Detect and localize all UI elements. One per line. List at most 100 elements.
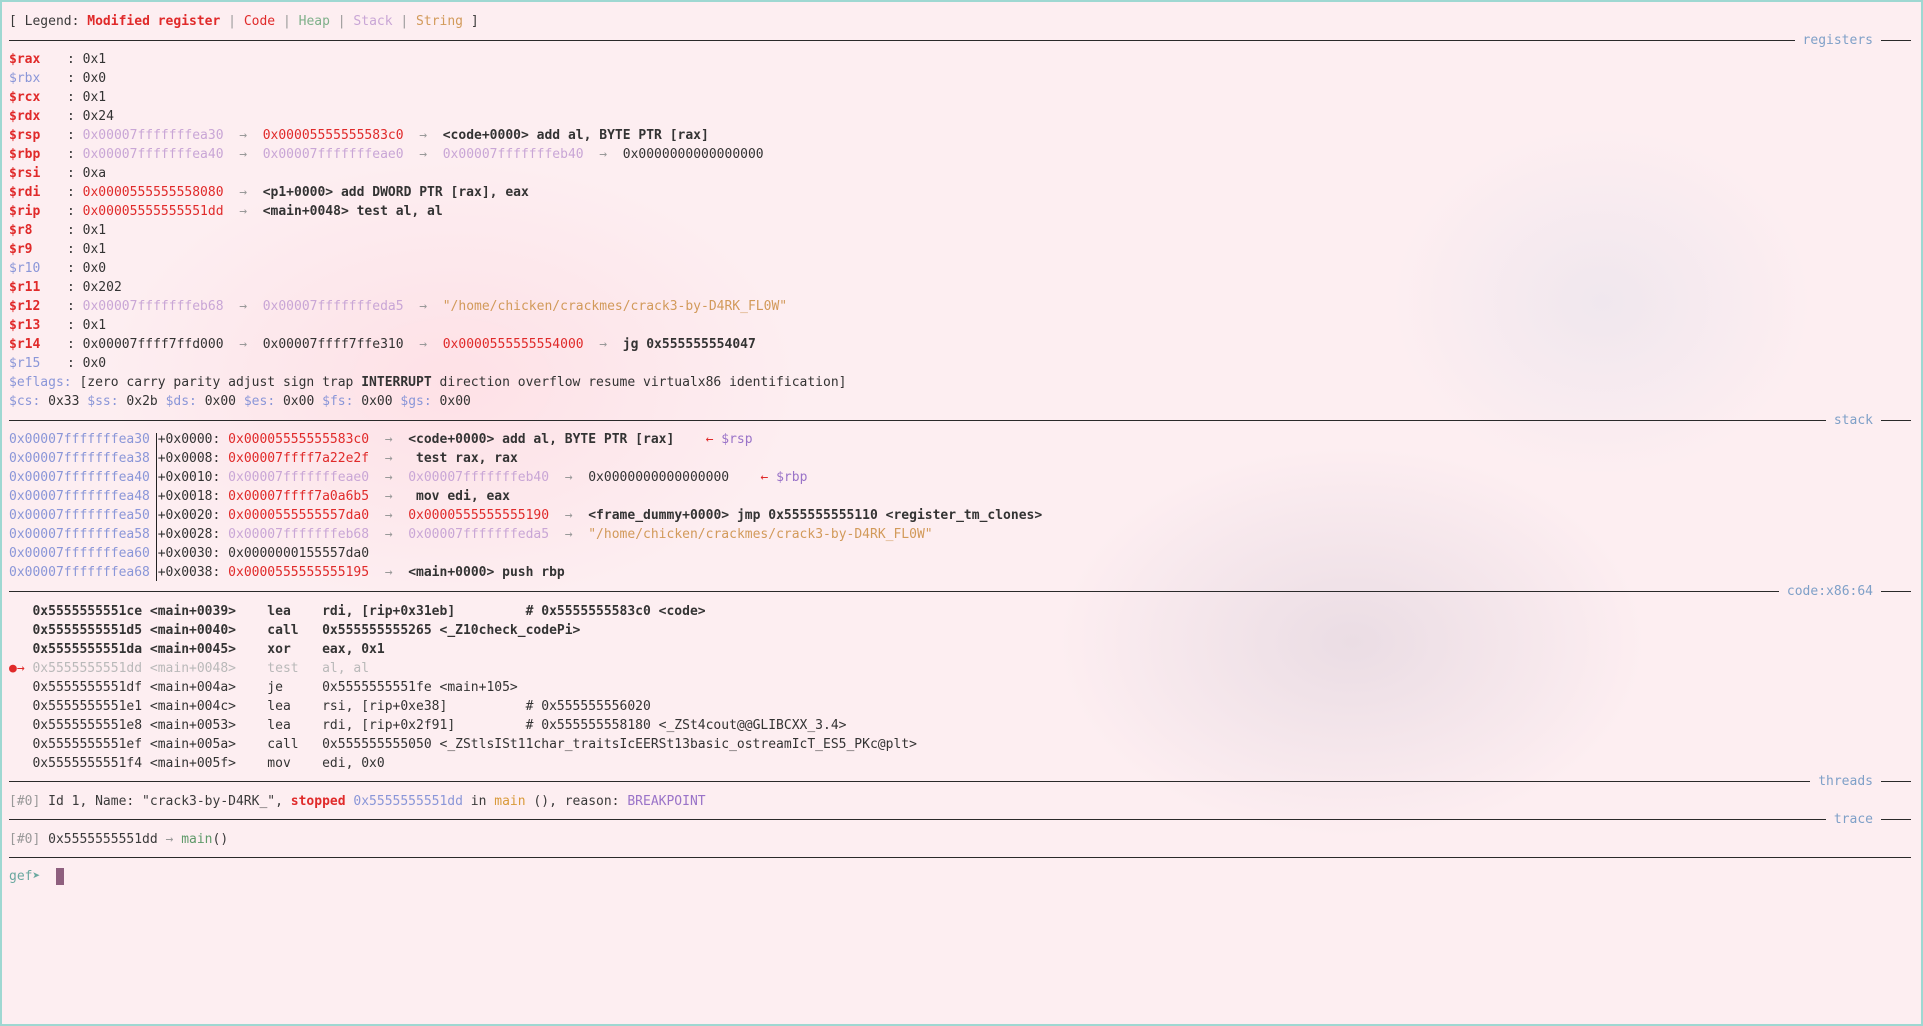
left-arrow-icon: ← <box>729 470 777 485</box>
segment-value: 0x00 <box>196 394 244 409</box>
arrow-icon: → <box>223 185 263 200</box>
code-row: ●→ 0x5555555551dd <main+0048> test al, a… <box>9 659 369 678</box>
code-operands: eax, 0x1 <box>322 642 385 657</box>
legend-sep: | <box>329 14 354 29</box>
threads-label: threads <box>1810 772 1881 791</box>
register-chain-value: <code+0000> add al, BYTE PTR [rax] <box>442 128 709 143</box>
register-row: $r14: 0x00007ffff7ffd000 → 0x00007ffff7f… <box>9 335 756 354</box>
register-row: $r10: 0x0 <box>9 259 106 278</box>
stack-deref: "/home/chicken/crackmes/crack3-by-D4RK_F… <box>588 527 933 542</box>
eflags-row: $eflags: [zero carry parity adjust sign … <box>9 373 847 392</box>
arrow-icon: → <box>369 527 409 542</box>
legend-suffix: ] <box>463 14 479 29</box>
arrow-icon: → <box>549 470 589 485</box>
register-row: $r12: 0x00007fffffffeb68 → 0x00007ffffff… <box>9 297 787 316</box>
arrow-icon: → <box>369 489 409 504</box>
code-operands: 0x555555555050 <_ZStlsISt11char_traitsIc… <box>322 737 917 752</box>
legend-prefix: [ Legend: <box>9 14 88 29</box>
arrow-icon: → <box>369 565 409 580</box>
legend-code: Code <box>243 14 276 29</box>
code-comment: # 0x555555556020 <box>525 699 651 714</box>
eflags-text: [zero carry parity adjust sign trap <box>71 375 362 390</box>
stack-chain-value: 0x00007fffffffeae0 <box>228 470 370 485</box>
stack-chain-value: 0x00007fffffffeb68 <box>228 527 370 542</box>
terminal-window: [ Legend: Modified register | Code | Hea… <box>0 0 1923 1026</box>
register-colon: : <box>67 223 83 238</box>
segment-name: $fs: <box>322 394 354 409</box>
stack-address: 0x00007fffffffea58 <box>9 527 150 542</box>
arrow-icon: → <box>369 451 409 466</box>
register-colon: : <box>67 204 83 219</box>
thread-state: stopped <box>290 794 346 809</box>
arrow-icon: → <box>223 204 263 219</box>
stack-row: 0x00007fffffffea30 +0x0000: 0x0000555555… <box>9 430 753 449</box>
segment-value: 0x33 <box>40 394 88 409</box>
left-arrow-icon: ← <box>674 432 722 447</box>
register-row: $rdi: 0x0000555555558080 → <p1+0000> add… <box>9 183 529 202</box>
text-cursor[interactable] <box>55 868 64 885</box>
stack-separator <box>9 420 1911 421</box>
code-address: 0x5555555551dd <main+0048> <box>24 661 268 676</box>
register-name: $r14 <box>9 337 41 352</box>
register-colon: : <box>67 337 83 352</box>
stack-address: 0x00007fffffffea38 <box>9 451 150 466</box>
legend-sep: | <box>392 14 417 29</box>
register-colon: : <box>67 71 83 86</box>
stack-chain-value: 0x00005555555583c0 <box>228 432 370 447</box>
code-address: 0x5555555551ce <main+0039> <box>24 604 268 619</box>
legend: [ Legend: Modified register | Code | Hea… <box>9 12 479 31</box>
segment-value: 0x00 <box>275 394 323 409</box>
register-chain-value: "/home/chicken/crackmes/crack3-by-D4RK_F… <box>442 299 788 314</box>
stack-row: 0x00007fffffffea58 +0x0028: 0x00007fffff… <box>9 525 933 544</box>
register-value: 0x0 <box>82 71 107 86</box>
register-value: 0x1 <box>82 318 107 333</box>
register-colon: : <box>67 109 83 124</box>
register-chain-value: jg 0x555555554047 <box>622 337 756 352</box>
register-colon: : <box>67 52 83 67</box>
code-operands: al, al <box>322 661 370 676</box>
thread-line: [#0] Id 1, Name: "crack3-by-D4RK_", stop… <box>9 792 706 811</box>
stack-row: 0x00007fffffffea40 +0x0010: 0x00007fffff… <box>9 468 807 487</box>
segment-name: $gs: <box>400 394 432 409</box>
register-row: $r15: 0x0 <box>9 354 106 373</box>
code-operands: 0x555555555265 <_Z10check_codePi> <box>322 623 581 638</box>
register-chain-value: 0x00005555555583c0 <box>262 128 404 143</box>
stack-deref: <code+0000> add al, BYTE PTR [rax] <box>408 432 675 447</box>
trace-id: [#0] <box>9 832 41 847</box>
stack-divider <box>156 433 157 581</box>
register-colon: : <box>67 299 83 314</box>
register-row: $rcx: 0x1 <box>9 88 106 107</box>
prompt-line[interactable]: gef➤ <box>9 867 64 886</box>
code-row: 0x5555555551e8 <main+0053> lea rdi, [rip… <box>9 716 846 735</box>
arrow-icon: → <box>583 147 623 162</box>
arrow-icon: → <box>369 470 409 485</box>
code-row: 0x5555555551ef <main+005a> call 0x555555… <box>9 735 917 754</box>
prompt-separator <box>9 857 1911 858</box>
register-name: $rax <box>9 52 41 67</box>
code-address: 0x5555555551d5 <main+0040> <box>24 623 268 638</box>
legend-sep: | <box>275 14 299 29</box>
register-value: 0x0 <box>82 261 107 276</box>
stack-chain-value: 0x0000555555555195 <box>228 565 370 580</box>
code-operands: 0x5555555551fe <main+105> <box>322 680 518 695</box>
segment-name: $ss: <box>87 394 119 409</box>
register-name: $r8 <box>9 223 33 238</box>
trace-paren: () <box>212 832 229 847</box>
thread-in: in <box>462 794 495 809</box>
register-chain-value: 0x00007fffffffeae0 <box>262 147 404 162</box>
register-chain-value: 0x00007fffffffea40 <box>82 147 224 162</box>
code-address: 0x5555555551f4 <main+005f> <box>24 756 268 771</box>
code-opcode: lea <box>267 699 323 714</box>
stack-offset: +0x0028: <box>149 527 229 542</box>
register-name: $rcx <box>9 90 41 105</box>
segment-name: $ds: <box>165 394 197 409</box>
legend-modified: Modified register <box>87 14 221 29</box>
code-operands: edi, 0x0 <box>322 756 385 771</box>
register-name: $r10 <box>9 261 41 276</box>
code-label: code:x86:64 <box>1778 582 1881 601</box>
code-address: 0x5555555551ef <main+005a> <box>24 737 268 752</box>
register-chain-value: 0x00005555555551dd <box>82 204 224 219</box>
code-operands: rdi, [rip+0x2f91] <box>322 718 526 733</box>
stack-row: 0x00007fffffffea50 +0x0020: 0x0000555555… <box>9 506 1042 525</box>
stack-offset: +0x0038: <box>149 565 229 580</box>
